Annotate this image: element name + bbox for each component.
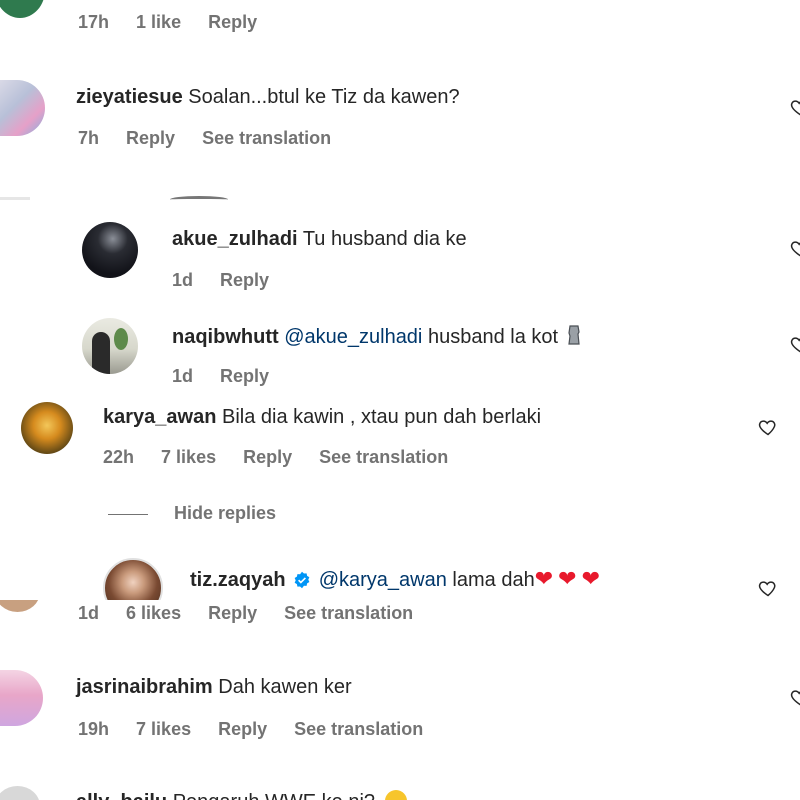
comment-text: Soalan...btul ke Tiz da kawen? xyxy=(188,86,460,108)
see-translation-link[interactable]: See translation xyxy=(294,719,423,739)
reply-body: tiz.zaqyah @karya_awan lama dah❤❤❤ xyxy=(190,566,605,592)
reply-body: naqibwhutt @akue_zulhadi husband la kot xyxy=(172,324,582,349)
grinning-emoji-icon xyxy=(384,790,407,800)
like-heart-icon[interactable] xyxy=(758,578,778,598)
replies-band: akue_zulhadi Tu husband dia ke 1d Reply … xyxy=(0,200,800,400)
reply-text: lama dah xyxy=(452,569,535,591)
comment-thread-band: karya_awan Bila dia kawin , xtau pun dah… xyxy=(0,400,800,600)
comment-time: 7h xyxy=(78,128,100,148)
comment-username[interactable]: jasrinaibrahim xyxy=(76,676,213,698)
comment-fragment-top: 17h 1 like Reply zieyatiesue Soalan...bt… xyxy=(0,0,800,200)
comment-meta: 17h 1 like Reply xyxy=(78,12,279,33)
like-heart-icon[interactable] xyxy=(790,687,800,707)
like-heart-icon[interactable] xyxy=(790,334,800,354)
comment-time: 22h xyxy=(103,447,135,467)
heart-emoji: ❤❤❤ xyxy=(534,566,606,591)
avatar[interactable] xyxy=(21,402,73,454)
like-count[interactable]: 7 likes xyxy=(136,719,191,739)
avatar[interactable] xyxy=(0,600,40,612)
avatar[interactable] xyxy=(0,786,40,800)
reply-button[interactable]: Reply xyxy=(126,128,175,148)
avatar[interactable] xyxy=(0,0,45,18)
reply-time: 1d xyxy=(172,270,194,290)
see-translation-link[interactable]: See translation xyxy=(319,447,448,467)
reply-username[interactable]: tiz.zaqyah xyxy=(190,569,286,591)
comment-body: karya_awan Bila dia kawin , xtau pun dah… xyxy=(103,406,541,429)
comment-text: Dah kawen ker xyxy=(218,676,352,698)
comment-meta: 1d 6 likes Reply See translation xyxy=(78,603,435,624)
avatar[interactable] xyxy=(0,80,45,136)
comment-meta: 22h 7 likes Reply See translation xyxy=(103,447,470,468)
comment-time: 19h xyxy=(78,719,110,739)
comment-text: Bila dia kawin , xtau pun dah berlaki xyxy=(221,406,542,428)
reply-button[interactable]: Reply xyxy=(218,719,267,739)
comment-time: 1d xyxy=(78,603,100,623)
reply-meta: 1d Reply xyxy=(172,366,291,387)
mention-link[interactable]: @karya_awan xyxy=(319,569,447,591)
like-heart-icon[interactable] xyxy=(790,238,800,258)
comment-meta: 19h 7 likes Reply See translation xyxy=(78,719,445,740)
see-translation-link[interactable]: See translation xyxy=(284,603,413,623)
hide-replies-line xyxy=(108,514,148,515)
comment-username[interactable]: karya_awan xyxy=(103,406,216,428)
like-heart-icon[interactable] xyxy=(790,97,800,117)
comment-time: 17h xyxy=(78,12,110,32)
reply-text: husband la kot xyxy=(427,326,559,348)
comment-body: ally_bailu Pengaruh WWE ke ni? xyxy=(76,790,407,800)
reply-button[interactable]: Reply xyxy=(220,366,269,386)
reply-button[interactable]: Reply xyxy=(208,12,257,32)
reply-button[interactable]: Reply xyxy=(243,447,292,467)
avatar[interactable] xyxy=(0,670,43,726)
hide-replies-button[interactable]: Hide replies xyxy=(174,503,276,524)
comment-username[interactable]: zieyatiesue xyxy=(76,86,183,108)
reply-username[interactable]: akue_zulhadi xyxy=(172,228,298,250)
comment-meta: 7h Reply See translation xyxy=(78,128,353,149)
comment-body: zieyatiesue Soalan...btul ke Tiz da kawe… xyxy=(76,86,460,109)
comment-text: Pengaruh WWE ke ni? xyxy=(173,791,375,800)
like-count[interactable]: 7 likes xyxy=(161,447,216,467)
reply-button[interactable]: Reply xyxy=(208,603,257,623)
like-count[interactable]: 1 like xyxy=(136,12,181,32)
comments-bottom-band: 1d 6 likes Reply See translation jasrina… xyxy=(0,600,800,800)
reply-meta: 1d Reply xyxy=(172,270,291,291)
reply-button[interactable]: Reply xyxy=(220,270,269,290)
avatar[interactable] xyxy=(82,222,138,278)
reply-text: Tu husband dia ke xyxy=(302,228,467,250)
reply-time: 1d xyxy=(172,366,194,386)
verified-badge-icon xyxy=(294,571,310,589)
like-heart-icon[interactable] xyxy=(758,417,778,437)
mention-link[interactable]: @akue_zulhadi xyxy=(284,326,422,348)
reply-body: akue_zulhadi Tu husband dia ke xyxy=(172,228,467,251)
moai-emoji-icon xyxy=(567,325,580,345)
avatar[interactable] xyxy=(82,318,138,374)
like-count[interactable]: 6 likes xyxy=(126,603,181,623)
comment-username[interactable]: ally_bailu xyxy=(76,791,167,800)
see-translation-link[interactable]: See translation xyxy=(202,128,331,148)
comment-body: jasrinaibrahim Dah kawen ker xyxy=(76,676,352,699)
reply-username[interactable]: naqibwhutt xyxy=(172,326,279,348)
avatar[interactable] xyxy=(103,558,163,600)
